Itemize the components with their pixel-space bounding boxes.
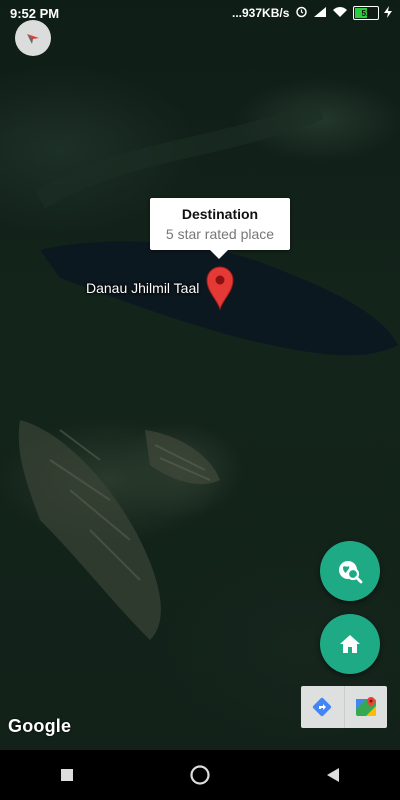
recent-apps-icon [60, 769, 73, 781]
wifi-icon [332, 6, 348, 21]
home-button[interactable] [320, 614, 380, 674]
charging-icon [384, 5, 392, 21]
compass-button[interactable] [15, 20, 51, 56]
recent-apps-button[interactable] [47, 755, 87, 795]
alarm-icon [295, 5, 308, 21]
directions-icon [313, 697, 332, 717]
directions-button[interactable] [301, 686, 344, 728]
explore-search-button[interactable] [320, 541, 380, 601]
location-pin-icon[interactable] [205, 266, 235, 315]
home-circle-icon [190, 765, 210, 785]
google-maps-icon [355, 697, 376, 716]
map-toolbar [301, 686, 387, 728]
android-nav-bar [0, 750, 400, 800]
travel-explore-icon [339, 561, 363, 584]
status-time: 9:52 PM [10, 6, 60, 21]
battery-icon: 51 [353, 6, 379, 20]
callout-subtitle: 5 star rated place [165, 226, 275, 242]
battery-level: 51 [361, 8, 371, 18]
back-button[interactable] [313, 755, 353, 795]
callout-title: Destination [181, 206, 259, 222]
terraced-field [145, 430, 220, 485]
google-attribution: Google [8, 716, 72, 736]
compass-icon [27, 34, 39, 44]
home-nav-button[interactable] [180, 755, 220, 795]
home-icon [340, 635, 360, 653]
back-icon [327, 768, 340, 782]
signal-icon [313, 6, 327, 21]
network-speed: ...937KB/s [232, 6, 290, 20]
destination-callout[interactable]: Destination 5 star rated place [150, 198, 290, 259]
open-in-maps-button[interactable] [343, 686, 388, 728]
status-bar: 9:52 PM ...937KB/s 51 [0, 0, 400, 28]
place-label: Danau Jhilmil Taal [86, 280, 200, 296]
